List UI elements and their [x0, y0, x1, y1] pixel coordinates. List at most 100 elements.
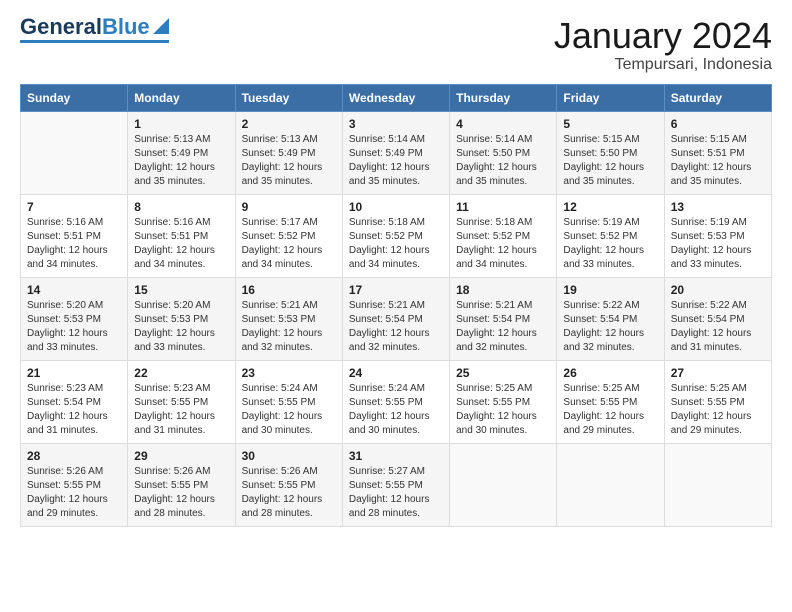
cell-info: Sunrise: 5:19 AM Sunset: 5:53 PM Dayligh… [671, 216, 765, 272]
calendar-cell: 9Sunrise: 5:17 AM Sunset: 5:52 PM Daylig… [235, 194, 342, 277]
calendar-row: 1 Sunrise: 5:13 AM Sunset: 5:49 PM Daylig… [21, 111, 772, 194]
day-number: 27 [671, 366, 765, 380]
calendar-cell: 22Sunrise: 5:23 AM Sunset: 5:55 PM Dayli… [128, 360, 235, 443]
header-friday: Friday [557, 84, 664, 111]
logo-text: General Blue [20, 16, 169, 38]
cell-info: Sunrise: 5:25 AM Sunset: 5:55 PM Dayligh… [456, 382, 550, 438]
cell-info: Sunrise: 5:24 AM Sunset: 5:55 PM Dayligh… [242, 382, 336, 438]
calendar-cell: 10 Sunrise: 5:18 AM Sunset: 5:52 PM Dayli… [342, 194, 449, 277]
header-row: Sunday Monday Tuesday Wednesday Thursday… [21, 84, 772, 111]
cell-info: Sunrise: 5:21 AM Sunset: 5:54 PM Dayligh… [349, 299, 443, 355]
calendar-row: 28 Sunrise: 5:26 AM Sunset: 5:55 PM Dayli… [21, 443, 772, 526]
header-thursday: Thursday [450, 84, 557, 111]
calendar-cell [557, 443, 664, 526]
cell-info: Sunrise: 5:26 AM Sunset: 5:55 PM Dayligh… [242, 465, 336, 521]
cell-info: Sunrise: 5:18 AM Sunset: 5:52 PM Dayligh… [349, 216, 443, 272]
calendar-body: 1 Sunrise: 5:13 AM Sunset: 5:49 PM Daylig… [21, 111, 772, 526]
cell-info: Sunrise: 5:16 AM Sunset: 5:51 PM Dayligh… [27, 216, 121, 272]
day-number: 12 [563, 200, 657, 214]
day-number: 16 [242, 283, 336, 297]
day-number: 3 [349, 117, 443, 131]
cell-info: Sunrise: 5:20 AM Sunset: 5:53 PM Dayligh… [134, 299, 228, 355]
header-monday: Monday [128, 84, 235, 111]
logo-icon [153, 18, 169, 34]
calendar-cell: 6 Sunrise: 5:15 AM Sunset: 5:51 PM Daylig… [664, 111, 771, 194]
day-number: 23 [242, 366, 336, 380]
title-area: January 2024 Tempursari, Indonesia [554, 16, 772, 74]
calendar-cell: 2Sunrise: 5:13 AM Sunset: 5:49 PM Daylig… [235, 111, 342, 194]
day-number: 18 [456, 283, 550, 297]
calendar-cell: 3Sunrise: 5:14 AM Sunset: 5:49 PM Daylig… [342, 111, 449, 194]
cell-info: Sunrise: 5:22 AM Sunset: 5:54 PM Dayligh… [671, 299, 765, 355]
cell-info: Sunrise: 5:27 AM Sunset: 5:55 PM Dayligh… [349, 465, 443, 521]
calendar-cell: 21Sunrise: 5:23 AM Sunset: 5:54 PM Dayli… [21, 360, 128, 443]
cell-info: Sunrise: 5:26 AM Sunset: 5:55 PM Dayligh… [134, 465, 228, 521]
calendar-cell: 29Sunrise: 5:26 AM Sunset: 5:55 PM Dayli… [128, 443, 235, 526]
day-number: 14 [27, 283, 121, 297]
day-number: 28 [27, 449, 121, 463]
day-number: 9 [242, 200, 336, 214]
cell-info: Sunrise: 5:25 AM Sunset: 5:55 PM Dayligh… [563, 382, 657, 438]
day-number: 2 [242, 117, 336, 131]
calendar-cell: 23 Sunrise: 5:24 AM Sunset: 5:55 PM Dayli… [235, 360, 342, 443]
calendar-cell: 12 Sunrise: 5:19 AM Sunset: 5:52 PM Dayli… [557, 194, 664, 277]
day-number: 25 [456, 366, 550, 380]
cell-info: Sunrise: 5:13 AM Sunset: 5:49 PM Dayligh… [134, 133, 228, 189]
calendar-cell: 26 Sunrise: 5:25 AM Sunset: 5:55 PM Dayli… [557, 360, 664, 443]
cell-info: Sunrise: 5:22 AM Sunset: 5:54 PM Dayligh… [563, 299, 657, 355]
cell-info: Sunrise: 5:21 AM Sunset: 5:54 PM Dayligh… [456, 299, 550, 355]
calendar-cell: 4 Sunrise: 5:14 AM Sunset: 5:50 PM Daylig… [450, 111, 557, 194]
day-number: 17 [349, 283, 443, 297]
calendar-row: 21Sunrise: 5:23 AM Sunset: 5:54 PM Dayli… [21, 360, 772, 443]
calendar-cell [664, 443, 771, 526]
logo-general: General [20, 16, 102, 38]
cell-info: Sunrise: 5:19 AM Sunset: 5:52 PM Dayligh… [563, 216, 657, 272]
cell-info: Sunrise: 5:23 AM Sunset: 5:55 PM Dayligh… [134, 382, 228, 438]
day-number: 31 [349, 449, 443, 463]
calendar-cell: 20 Sunrise: 5:22 AM Sunset: 5:54 PM Dayli… [664, 277, 771, 360]
cell-info: Sunrise: 5:18 AM Sunset: 5:52 PM Dayligh… [456, 216, 550, 272]
calendar-cell [21, 111, 128, 194]
calendar-cell: 24 Sunrise: 5:24 AM Sunset: 5:55 PM Dayli… [342, 360, 449, 443]
day-number: 11 [456, 200, 550, 214]
cell-info: Sunrise: 5:14 AM Sunset: 5:50 PM Dayligh… [456, 133, 550, 189]
cell-info: Sunrise: 5:21 AM Sunset: 5:53 PM Dayligh… [242, 299, 336, 355]
day-number: 1 [134, 117, 228, 131]
calendar-cell: 15 Sunrise: 5:20 AM Sunset: 5:53 PM Dayli… [128, 277, 235, 360]
day-number: 5 [563, 117, 657, 131]
sub-title: Tempursari, Indonesia [554, 56, 772, 74]
cell-info: Sunrise: 5:15 AM Sunset: 5:51 PM Dayligh… [671, 133, 765, 189]
calendar-cell: 28 Sunrise: 5:26 AM Sunset: 5:55 PM Dayli… [21, 443, 128, 526]
calendar-cell [450, 443, 557, 526]
day-number: 15 [134, 283, 228, 297]
calendar-cell: 19 Sunrise: 5:22 AM Sunset: 5:54 PM Dayli… [557, 277, 664, 360]
calendar-cell: 30Sunrise: 5:26 AM Sunset: 5:55 PM Dayli… [235, 443, 342, 526]
cell-info: Sunrise: 5:24 AM Sunset: 5:55 PM Dayligh… [349, 382, 443, 438]
calendar-cell: 17 Sunrise: 5:21 AM Sunset: 5:54 PM Dayli… [342, 277, 449, 360]
cell-info: Sunrise: 5:26 AM Sunset: 5:55 PM Dayligh… [27, 465, 121, 521]
calendar-cell: 13Sunrise: 5:19 AM Sunset: 5:53 PM Dayli… [664, 194, 771, 277]
day-number: 26 [563, 366, 657, 380]
day-number: 10 [349, 200, 443, 214]
calendar-row: 7 Sunrise: 5:16 AM Sunset: 5:51 PM Daylig… [21, 194, 772, 277]
calendar-cell: 25 Sunrise: 5:25 AM Sunset: 5:55 PM Dayli… [450, 360, 557, 443]
header-area: General Blue January 2024 Tempursari, In… [20, 16, 772, 74]
day-number: 24 [349, 366, 443, 380]
calendar-cell: 18 Sunrise: 5:21 AM Sunset: 5:54 PM Dayli… [450, 277, 557, 360]
main-container: General Blue January 2024 Tempursari, In… [0, 0, 792, 537]
day-number: 4 [456, 117, 550, 131]
logo-underline [20, 40, 169, 43]
calendar-cell: 14Sunrise: 5:20 AM Sunset: 5:53 PM Dayli… [21, 277, 128, 360]
header-tuesday: Tuesday [235, 84, 342, 111]
day-number: 6 [671, 117, 765, 131]
header-sunday: Sunday [21, 84, 128, 111]
cell-info: Sunrise: 5:25 AM Sunset: 5:55 PM Dayligh… [671, 382, 765, 438]
logo: General Blue [20, 16, 169, 43]
day-number: 21 [27, 366, 121, 380]
day-number: 19 [563, 283, 657, 297]
day-number: 8 [134, 200, 228, 214]
calendar-cell: 8Sunrise: 5:16 AM Sunset: 5:51 PM Daylig… [128, 194, 235, 277]
day-number: 7 [27, 200, 121, 214]
header-wednesday: Wednesday [342, 84, 449, 111]
day-number: 20 [671, 283, 765, 297]
